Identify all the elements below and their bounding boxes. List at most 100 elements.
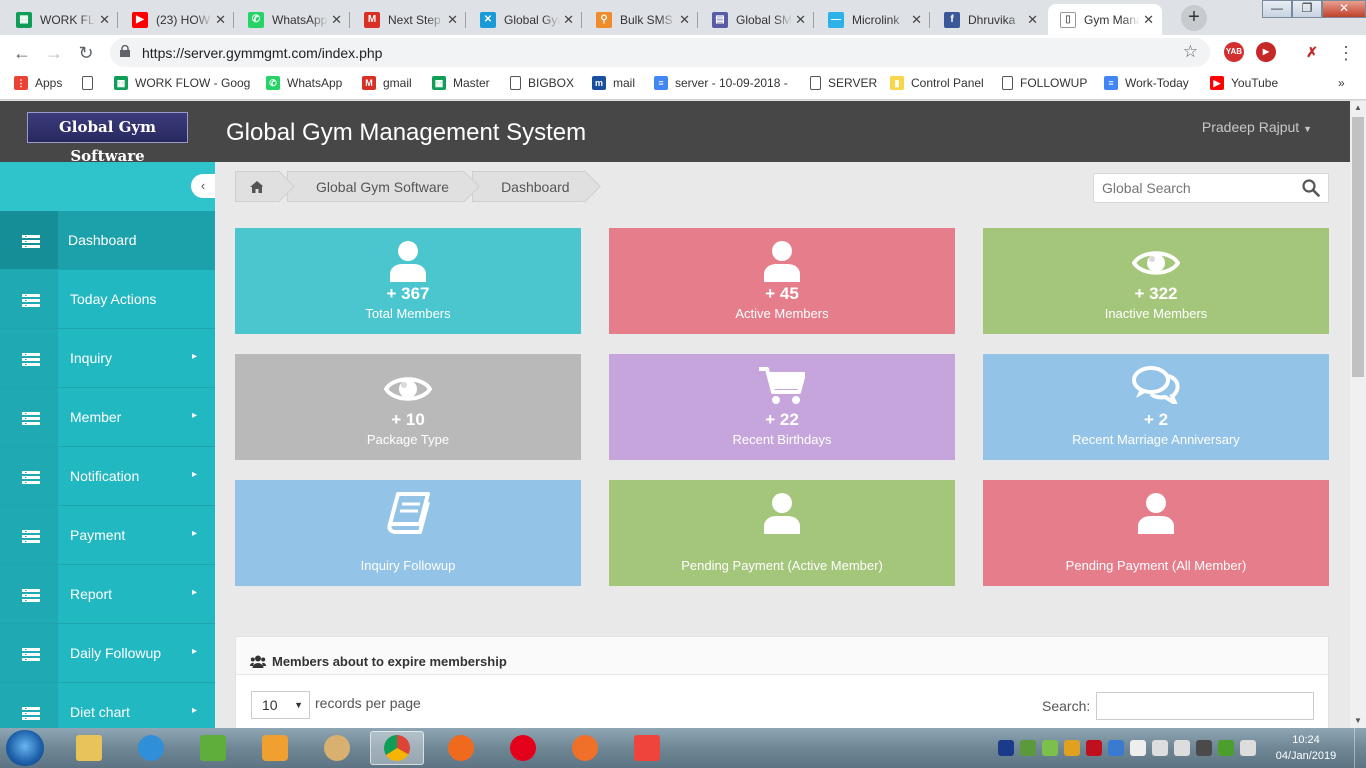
browser-tab[interactable]: ⚲ Bulk SMS ✕ xyxy=(584,4,698,35)
tray-check-icon[interactable] xyxy=(1042,740,1058,756)
network-icon[interactable] xyxy=(1152,740,1168,756)
global-search-input[interactable] xyxy=(1094,174,1294,202)
tile-pending-payment-all-member[interactable]: Pending Payment (All Member) xyxy=(983,480,1329,586)
tile-package-type[interactable]: + 10 Package Type xyxy=(235,354,581,460)
extension-yab-icon[interactable]: YAB xyxy=(1224,42,1244,62)
browser-tab[interactable]: — Microlink ✕ xyxy=(816,4,930,35)
bookmark-item[interactable]: ▦ Master xyxy=(432,76,490,90)
tray-app-icon[interactable] xyxy=(1108,740,1124,756)
flag-icon[interactable] xyxy=(1130,740,1146,756)
tray-app-icon[interactable] xyxy=(1086,740,1102,756)
sidebar-item-daily-followup[interactable]: Daily Followup ▸ xyxy=(0,624,215,683)
clock[interactable]: 10:24 04/Jan/2019 xyxy=(1266,732,1346,764)
new-tab-button[interactable]: + xyxy=(1181,5,1207,31)
tab-close-icon[interactable]: ✕ xyxy=(99,12,110,28)
tab-close-icon[interactable]: ✕ xyxy=(1143,12,1154,28)
page-length-select[interactable]: 10 ▼ xyxy=(251,691,310,719)
tile-total-members[interactable]: + 367 Total Members xyxy=(235,228,581,334)
chrome-icon[interactable] xyxy=(370,731,424,765)
device-icon[interactable] xyxy=(1240,740,1256,756)
forward-icon[interactable]: → xyxy=(42,41,66,65)
sidebar-item-dashboard[interactable]: Dashboard xyxy=(0,211,215,270)
tab-close-icon[interactable]: ✕ xyxy=(679,12,690,28)
browser-tab[interactable]: ▦ WORK FLOW✕ xyxy=(4,4,118,35)
sketch-app-icon[interactable] xyxy=(186,731,240,765)
breadcrumb-item[interactable]: Dashboard xyxy=(472,171,585,202)
bookmark-star-icon[interactable]: ☆ xyxy=(1183,42,1198,62)
sidebar-collapse-button[interactable]: ‹ xyxy=(191,174,215,198)
more-bookmarks-button[interactable]: » xyxy=(1338,76,1345,90)
scrollbar-thumb[interactable] xyxy=(1352,117,1364,377)
paint-icon[interactable] xyxy=(310,731,364,765)
internet-explorer-icon[interactable] xyxy=(124,731,178,765)
extension-blocked-icon[interactable]: ✗ xyxy=(1302,42,1322,62)
bluetooth-icon[interactable] xyxy=(998,740,1014,756)
page-scrollbar[interactable]: ▲ ▼ xyxy=(1350,101,1366,728)
tab-close-icon[interactable]: ✕ xyxy=(447,12,458,28)
tile-recent-marriage-anniversary[interactable]: + 2 Recent Marriage Anniversary xyxy=(983,354,1329,460)
scroll-down-icon[interactable]: ▼ xyxy=(1350,714,1366,728)
sidebar-item-payment[interactable]: Payment ▸ xyxy=(0,506,215,565)
tray-app-icon[interactable] xyxy=(1064,740,1080,756)
display-icon[interactable] xyxy=(1196,740,1212,756)
sidebar-item-diet-chart[interactable]: Diet chart ▸ xyxy=(0,683,215,728)
media-player-icon[interactable] xyxy=(248,731,302,765)
table-search-input[interactable] xyxy=(1096,692,1314,720)
opera-icon[interactable] xyxy=(496,731,550,765)
tile-inactive-members[interactable]: + 322 Inactive Members xyxy=(983,228,1329,334)
tray-app-icon[interactable] xyxy=(1020,740,1036,756)
sidebar-item-report[interactable]: Report ▸ xyxy=(0,565,215,624)
bookmark-item[interactable]: ▮ Control Panel xyxy=(890,76,984,90)
tab-close-icon[interactable]: ✕ xyxy=(215,12,226,28)
show-desktop-button[interactable] xyxy=(1354,728,1366,768)
browser-tab[interactable]: f Dhruvika ✕ xyxy=(932,4,1046,35)
close-window-button[interactable]: ✕ xyxy=(1322,0,1366,18)
search-icon[interactable] xyxy=(1302,179,1320,197)
browser-menu-icon[interactable]: ⋮ xyxy=(1334,41,1358,65)
bookmark-item[interactable]: ▶ YouTube xyxy=(1210,76,1278,90)
browser-tab[interactable]: ✕Global Gym✕ xyxy=(468,4,582,35)
bookmark-item[interactable]: FOLLOWUP xyxy=(1002,76,1087,90)
tab-close-icon[interactable]: ✕ xyxy=(795,12,806,28)
anydesk-icon[interactable] xyxy=(620,731,674,765)
sidebar-item-notification[interactable]: Notification ▸ xyxy=(0,447,215,506)
tab-close-icon[interactable]: ✕ xyxy=(563,12,574,28)
bookmark-item[interactable]: m mail xyxy=(592,76,635,90)
reload-icon[interactable]: ↻ xyxy=(74,41,98,65)
browser-tab[interactable]: ▤ Global SMS✕ xyxy=(700,4,814,35)
bookmark-item[interactable]: ≡ server - 10-09-2018 - xyxy=(654,76,788,90)
volume-icon[interactable] xyxy=(1174,740,1190,756)
minimize-button[interactable]: — xyxy=(1262,0,1292,18)
tile-recent-birthdays[interactable]: + 22 Recent Birthdays xyxy=(609,354,955,460)
tab-close-icon[interactable]: ✕ xyxy=(1027,12,1038,28)
tile-pending-payment-active-member[interactable]: Pending Payment (Active Member) xyxy=(609,480,955,586)
bookmark-item[interactable]: ⋮ Apps xyxy=(14,76,62,90)
breadcrumb-home[interactable] xyxy=(235,171,279,202)
tile-active-members[interactable]: + 45 Active Members xyxy=(609,228,955,334)
extension-video-icon[interactable]: ▶ xyxy=(1256,42,1276,62)
file-explorer-icon[interactable] xyxy=(62,731,116,765)
sidebar-item-member[interactable]: Member ▸ xyxy=(0,388,215,447)
sidebar-item-today-actions[interactable]: Today Actions xyxy=(0,270,215,329)
bookmark-item[interactable]: Mgmail xyxy=(362,76,412,90)
nvidia-icon[interactable] xyxy=(1218,740,1234,756)
app-logo[interactable]: Global Gym Software xyxy=(27,112,188,165)
browser-tab[interactable]: M Next Step ✕ xyxy=(352,4,466,35)
tab-close-icon[interactable]: ✕ xyxy=(911,12,922,28)
tile-inquiry-followup[interactable]: Inquiry Followup xyxy=(235,480,581,586)
bookmark-item[interactable]: BIGBOX xyxy=(510,76,574,90)
breadcrumb-item[interactable]: Global Gym Software xyxy=(287,171,465,202)
bookmark-item[interactable]: ✆ WhatsApp xyxy=(266,76,342,90)
user-menu[interactable]: Pradeep Rajput ▼ xyxy=(1202,119,1312,135)
scroll-up-icon[interactable]: ▲ xyxy=(1350,101,1366,115)
address-bar[interactable]: https://server.gymmgmt.com/index.php ☆ xyxy=(110,38,1210,67)
bookmark-item[interactable]: ≡ Work-Today xyxy=(1104,76,1189,90)
firefox-icon[interactable] xyxy=(558,731,612,765)
start-button[interactable] xyxy=(6,730,44,766)
bookmark-item[interactable] xyxy=(82,76,100,90)
browser-tab[interactable]: ✆ WhatsApp ✕ xyxy=(236,4,350,35)
browser-tab[interactable]: ▶ (23) HOW TO✕ xyxy=(120,4,234,35)
maximize-button[interactable]: ❐ xyxy=(1292,0,1322,18)
sidebar-item-inquiry[interactable]: Inquiry ▸ xyxy=(0,329,215,388)
back-icon[interactable]: ← xyxy=(10,41,34,65)
